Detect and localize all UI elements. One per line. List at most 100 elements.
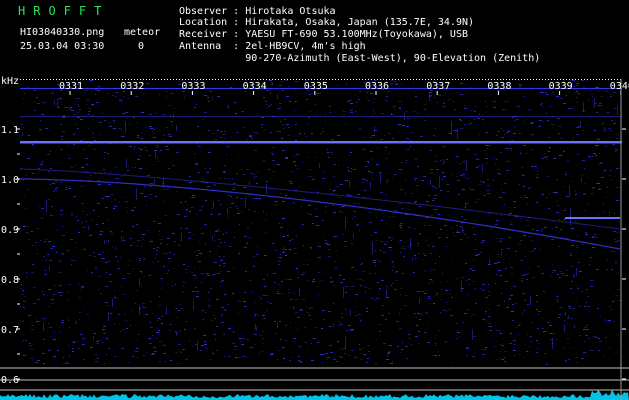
noise-dot (64, 245, 65, 246)
noise-dot (312, 223, 314, 224)
noise-dot (446, 159, 448, 160)
noise-dot (506, 148, 508, 149)
noise-dot (364, 137, 366, 138)
noise-dot (75, 323, 78, 324)
noise-dot (306, 307, 307, 308)
noise-dot (473, 259, 474, 260)
noise-dot (161, 288, 162, 289)
noise-dot (508, 130, 509, 131)
noise-dot (372, 179, 373, 180)
noise-dot (525, 256, 526, 257)
noise-dot (122, 278, 125, 279)
noise-dot (104, 172, 106, 173)
noise-dot (83, 138, 85, 139)
noise-dot (61, 149, 63, 150)
top-border-dot (581, 79, 582, 80)
noise-dot (363, 347, 364, 348)
top-border-dot (110, 79, 111, 80)
noise-dot (608, 128, 611, 129)
noise-dot (74, 260, 76, 261)
noise-dot (434, 97, 435, 98)
receiver-line: Receiver : YAESU FT-690 53.100MHz(Toyoka… (179, 29, 468, 40)
noise-dot (536, 202, 538, 203)
noise-dot (602, 123, 604, 124)
noise-dot (526, 220, 528, 221)
noise-dot (599, 153, 600, 154)
noise-dot (307, 312, 308, 313)
noise-dot (346, 84, 347, 85)
noise-dot (566, 275, 568, 276)
noise-dot (306, 124, 308, 125)
noise-dot (341, 357, 343, 358)
time-tick-label: 0331 (59, 81, 83, 92)
noise-dot (436, 212, 437, 213)
top-border-dot (452, 79, 453, 80)
top-border-dot (431, 79, 432, 80)
noise-dot (546, 197, 548, 198)
noise-dot (435, 254, 436, 255)
noise-dot (175, 352, 178, 353)
noise-dot (283, 358, 285, 359)
noise-dot (454, 235, 455, 236)
noise-dot (96, 343, 99, 344)
top-border-dot (278, 79, 279, 80)
noise-dot (266, 214, 267, 215)
noise-dot (549, 147, 551, 148)
noise-dot (451, 297, 453, 298)
noise-dot (215, 231, 218, 232)
noise-streak (419, 298, 420, 304)
noise-dot (619, 152, 620, 153)
noise-dot (221, 315, 222, 316)
noise-dot (499, 241, 502, 242)
noise-dot (408, 334, 410, 335)
noise-dot (360, 320, 361, 321)
top-border-dot (467, 79, 468, 80)
noise-dot (77, 112, 79, 113)
noise-dot (504, 301, 505, 302)
noise-dot (588, 338, 590, 339)
top-border-dot (206, 79, 207, 80)
noise-dot (498, 330, 501, 331)
noise-dot (150, 241, 153, 242)
noise-streak (108, 312, 109, 321)
noise-dot (319, 281, 320, 282)
noise-dot (142, 132, 143, 133)
noise-dot (339, 349, 342, 350)
noise-dot (496, 135, 498, 136)
noise-dot (194, 94, 195, 95)
top-border-dot (593, 79, 594, 80)
noise-dot (144, 186, 145, 187)
noise-dot (224, 294, 226, 295)
noise-dot (524, 300, 526, 301)
noise-dot (154, 351, 157, 352)
noise-dot (169, 330, 171, 331)
noise-dot (339, 356, 341, 357)
noise-dot (36, 319, 37, 320)
noise-dot (582, 160, 585, 161)
noise-dot (537, 266, 540, 267)
noise-dot (574, 86, 575, 87)
noise-dot (377, 259, 378, 260)
noise-dot (72, 348, 74, 349)
noise-dot (369, 137, 372, 138)
noise-dot (347, 101, 349, 102)
noise-dot (563, 151, 565, 152)
noise-dot (492, 180, 494, 181)
noise-dot (226, 154, 227, 155)
noise-dot (219, 231, 221, 232)
noise-dot (31, 231, 33, 232)
noise-dot (431, 215, 433, 216)
noise-dot (463, 230, 464, 231)
noise-dot (459, 163, 462, 164)
noise-dot (303, 264, 305, 265)
noise-dot (446, 311, 448, 312)
noise-dot (142, 234, 145, 235)
noise-dot (391, 114, 393, 115)
noise-streak (574, 325, 575, 328)
noise-dot (172, 286, 173, 287)
noise-dot (479, 114, 480, 115)
noise-dot (571, 181, 572, 182)
noise-dot (542, 317, 543, 318)
noise-dot (80, 119, 83, 120)
noise-dot (472, 270, 475, 271)
